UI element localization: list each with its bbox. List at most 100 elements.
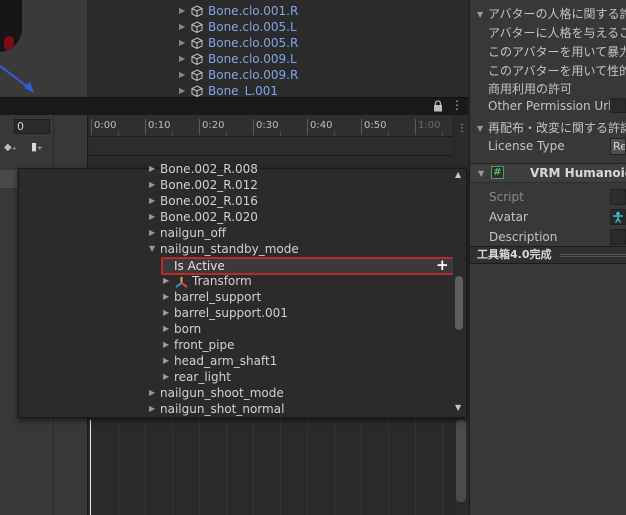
- timeline-grid-line: [388, 420, 389, 515]
- timeline-grid-line: [226, 420, 227, 515]
- expand-triangle-icon[interactable]: ▶: [179, 83, 185, 97]
- hierarchy-item-label: Bone.clo.009.R: [208, 68, 299, 82]
- more-options-icon[interactable]: ⋮: [451, 99, 463, 111]
- expand-triangle-icon[interactable]: ▶: [149, 209, 155, 225]
- script-label: Script: [489, 190, 524, 204]
- ruler-minor-tick: [226, 131, 227, 136]
- sexual-field-label: このアバターを用いて性的表現: [488, 64, 626, 78]
- ruler-minor-tick: [280, 131, 281, 136]
- drag-grip-icon[interactable]: [560, 254, 626, 257]
- ruler-major-tick: [307, 119, 308, 135]
- timeline-playhead[interactable]: [90, 420, 91, 515]
- expand-triangle-icon[interactable]: ▶: [163, 321, 169, 337]
- expand-triangle-icon[interactable]: ▶: [163, 305, 169, 321]
- avatar-label: Avatar: [489, 210, 528, 224]
- description-label: Description: [489, 230, 558, 244]
- collapse-triangle-icon[interactable]: ▼: [477, 10, 483, 19]
- add-event-icon[interactable]: ▮₊: [31, 140, 47, 156]
- property-tree-item[interactable]: nailgun_off: [160, 225, 226, 241]
- collapse-triangle-icon[interactable]: ▼: [477, 124, 483, 133]
- gameobject-cube-icon: [191, 37, 203, 49]
- property-tree-item[interactable]: Bone.002_R.012: [160, 177, 258, 193]
- ruler-tick-label: 0:50: [364, 120, 387, 131]
- expand-triangle-icon[interactable]: ▶: [163, 289, 169, 305]
- component-title: VRM Humanoid D: [530, 166, 626, 180]
- expand-triangle-icon[interactable]: ▶: [179, 19, 185, 35]
- timeline-grid-line: [442, 420, 443, 515]
- property-selection-highlight: [0, 170, 17, 188]
- lock-icon[interactable]: [433, 100, 443, 112]
- property-tree-item[interactable]: nailgun_standby_mode: [160, 241, 299, 257]
- hierarchy-item-label: Bone_L.001: [208, 84, 278, 97]
- ruler-tick-label: 0:20: [202, 120, 225, 131]
- property-tree-item[interactable]: Transform: [192, 273, 252, 289]
- dropdown-scroll-thumb[interactable]: [455, 276, 463, 330]
- more-options-icon[interactable]: ⋮: [457, 123, 467, 134]
- expand-triangle-icon[interactable]: ▶: [163, 369, 169, 385]
- expand-triangle-icon[interactable]: ▶: [149, 161, 155, 177]
- hierarchy-item-label: Bone.clo.009.L: [208, 52, 297, 66]
- property-tree-item[interactable]: nailgun_shot_normal: [160, 401, 284, 417]
- redistribution-permission-header[interactable]: 再配布・改変に関する許諾範: [488, 119, 626, 136]
- timeline-grid-line: [118, 420, 119, 515]
- scroll-up-arrow-icon[interactable]: ▲: [455, 170, 461, 179]
- ruler-tick-label: 1:00: [418, 120, 441, 131]
- avatar-icon: [613, 211, 623, 223]
- timeline-scroll-thumb[interactable]: [456, 420, 466, 502]
- commercial-use-label: 商用利用の許可: [488, 82, 573, 96]
- expand-triangle-icon[interactable]: ▶: [179, 51, 185, 67]
- transform-icon: [175, 277, 188, 288]
- personality-permission-header[interactable]: アバターの人格に関する許諾範: [488, 5, 626, 22]
- timeline-grid-line: [172, 420, 173, 515]
- property-tree-item[interactable]: nailgun_shoot_mode: [160, 385, 284, 401]
- property-tree-item[interactable]: born: [174, 321, 201, 337]
- description-object-field[interactable]: [610, 229, 626, 245]
- timeline-grid-line: [361, 420, 362, 515]
- frame-number-field[interactable]: 0: [14, 119, 50, 134]
- asset-label: 工具箱4.0完成: [477, 248, 552, 261]
- expand-triangle-icon[interactable]: ▶: [179, 67, 185, 83]
- property-tree-item[interactable]: Bone.002_R.020: [160, 209, 258, 225]
- add-property-plus-icon[interactable]: +: [436, 257, 450, 273]
- property-tree-item[interactable]: barrel_support: [174, 289, 261, 305]
- expand-triangle-icon[interactable]: ▶: [163, 273, 169, 289]
- property-tree-item[interactable]: front_pipe: [174, 337, 235, 353]
- animation-events-row[interactable]: [89, 137, 452, 156]
- scroll-down-arrow-icon[interactable]: ▼: [455, 403, 461, 412]
- ruler-tick-label: 0:40: [310, 120, 333, 131]
- expand-triangle-icon[interactable]: ▶: [179, 35, 185, 51]
- other-permission-url-label: Other Permission Url: [488, 99, 612, 113]
- expand-triangle-icon[interactable]: ▶: [149, 385, 155, 401]
- other-permission-url-field[interactable]: [610, 98, 626, 113]
- property-tree-item[interactable]: Bone.002_R.016: [160, 193, 258, 209]
- avatar-object-field[interactable]: [610, 209, 626, 225]
- hierarchy-item-label: Bone.clo.005.R: [208, 36, 299, 50]
- timeline-grid-line: [199, 420, 200, 515]
- property-tree-item[interactable]: head_arm_shaft1: [174, 353, 277, 369]
- ruler-major-tick: [199, 119, 200, 135]
- violence-field-label: このアバターを用いて暴力表現: [488, 45, 626, 59]
- ruler-minor-tick: [442, 131, 443, 136]
- ruler-major-tick: [361, 119, 362, 135]
- expand-triangle-icon[interactable]: ▶: [149, 401, 155, 417]
- scene-view[interactable]: [0, 0, 87, 97]
- add-keyframe-icon[interactable]: ◆₊: [4, 142, 24, 156]
- expand-triangle-icon[interactable]: ▶: [163, 353, 169, 369]
- collapse-triangle-icon[interactable]: ▼: [478, 169, 484, 178]
- timeline-grid-line: [253, 420, 254, 515]
- expand-triangle-icon[interactable]: ▶: [149, 193, 155, 209]
- property-tree-item[interactable]: rear_light: [174, 369, 231, 385]
- ruler-major-tick: [91, 119, 92, 135]
- gameobject-cube-icon: [191, 85, 203, 97]
- expand-triangle-icon[interactable]: ▶: [179, 3, 185, 19]
- property-tree-item[interactable]: Bone.002_R.008: [160, 161, 258, 177]
- expand-triangle-icon[interactable]: ▶: [149, 225, 155, 241]
- collapse-triangle-icon[interactable]: ▼: [149, 241, 155, 257]
- property-tree-item[interactable]: barrel_support.001: [174, 305, 288, 321]
- ruler-minor-tick: [172, 131, 173, 136]
- timeline-grid-line: [145, 420, 146, 515]
- license-type-dropdown[interactable]: Re: [610, 138, 626, 155]
- expand-triangle-icon[interactable]: ▶: [149, 177, 155, 193]
- expand-triangle-icon[interactable]: ▶: [163, 337, 169, 353]
- ruler-tick-label: 0:30: [256, 120, 279, 131]
